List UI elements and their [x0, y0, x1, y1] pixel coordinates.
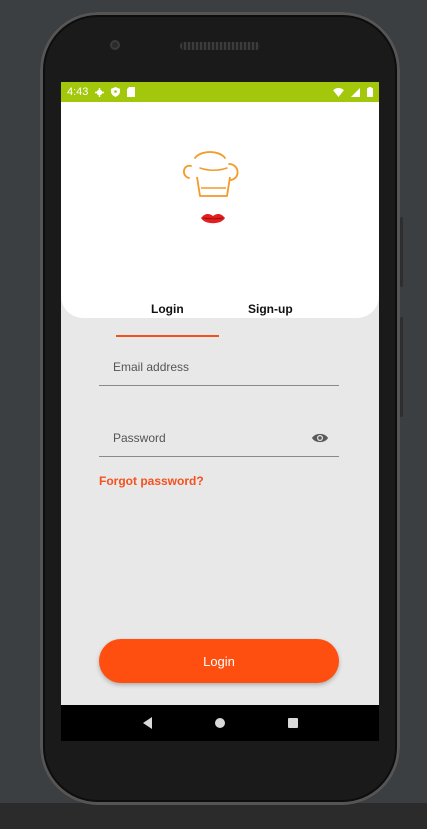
gear-icon	[95, 87, 105, 97]
chef-hat-lips-logo	[183, 151, 239, 224]
tab-login[interactable]: Login	[151, 302, 184, 316]
back-icon[interactable]	[142, 717, 152, 729]
password-input[interactable]	[99, 419, 339, 456]
battery-icon	[367, 87, 373, 97]
recents-icon[interactable]	[287, 718, 298, 728]
login-button[interactable]: Login	[99, 639, 339, 683]
status-bar: 4:43	[61, 82, 379, 102]
sd-card-icon	[127, 87, 136, 97]
volume-button	[400, 217, 403, 287]
eye-icon[interactable]	[311, 431, 329, 445]
power-button	[400, 317, 403, 417]
front-camera	[110, 40, 120, 50]
auth-tabs: Login Sign-up	[116, 302, 326, 318]
signal-icon	[351, 87, 360, 97]
tab-signup[interactable]: Sign-up	[248, 302, 293, 316]
wifi-icon	[333, 87, 344, 97]
navigation-bar	[61, 705, 379, 741]
forgot-password-link[interactable]: Forgot password?	[99, 474, 204, 488]
header-card: Login Sign-up	[61, 102, 379, 337]
earpiece-speaker	[180, 42, 260, 50]
tab-indicator	[116, 335, 219, 337]
email-field	[99, 348, 339, 386]
home-icon[interactable]	[214, 718, 225, 728]
email-input[interactable]	[99, 348, 339, 385]
status-time: 4:43	[67, 86, 89, 98]
ide-bottom-strip	[0, 803, 427, 829]
password-field	[99, 419, 339, 457]
app-screen: 4:43 Login Sign-up Email address Forgot …	[61, 82, 379, 705]
shield-icon	[111, 87, 121, 97]
